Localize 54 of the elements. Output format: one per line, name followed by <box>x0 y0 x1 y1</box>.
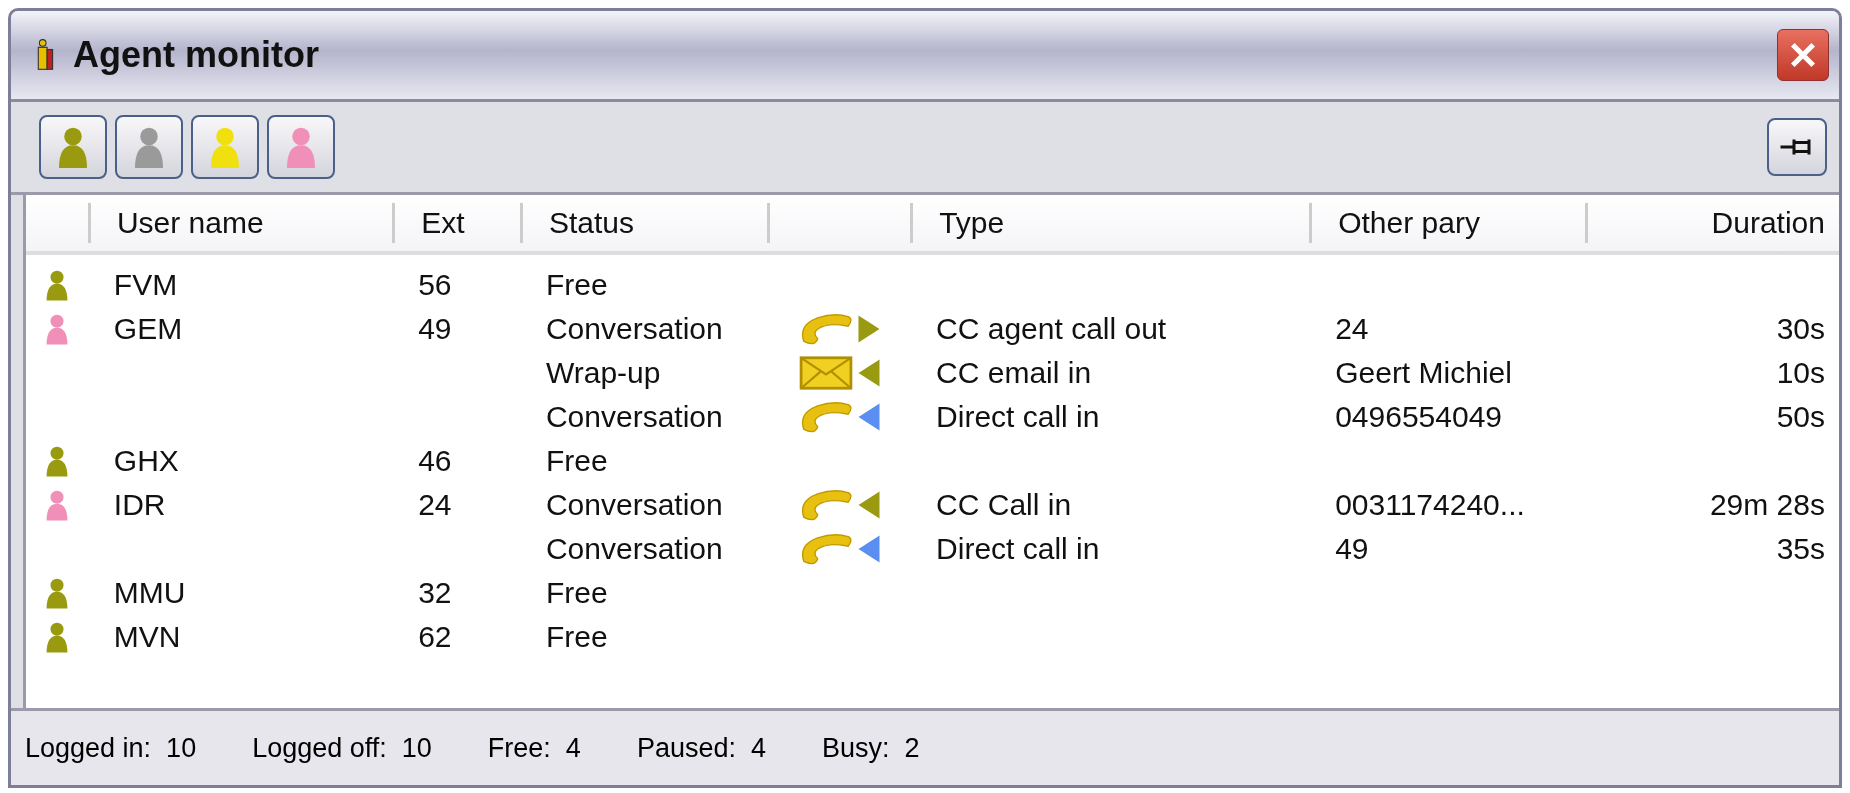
column-header[interactable]: Duration <box>1584 203 1839 243</box>
status-cell: Free <box>545 268 608 302</box>
type-cell: Direct call in <box>936 400 1100 434</box>
agent-filter-button[interactable] <box>39 115 107 179</box>
user-name-cell: GHX <box>113 444 179 478</box>
user-name-cell: IDR <box>113 488 166 522</box>
status-count: Paused: 4 <box>636 732 766 764</box>
user-name-cell: MMU <box>113 576 186 610</box>
duration-cell: 10s <box>1776 356 1825 390</box>
status-cell: Conversation <box>545 312 723 346</box>
type-cell: Direct call in <box>936 532 1100 566</box>
extension-cell: 49 <box>418 312 452 346</box>
status-cell: Free <box>545 620 608 654</box>
agent-filter-button[interactable] <box>115 115 183 179</box>
status-cell: Free <box>545 576 608 610</box>
extension-cell: 56 <box>418 268 452 302</box>
column-header[interactable]: Other pary <box>1309 203 1585 243</box>
close-button[interactable] <box>1777 29 1829 81</box>
other-party-cell: 0031174240... <box>1335 488 1525 522</box>
agent-filter-button[interactable] <box>267 115 335 179</box>
status-cell: Conversation <box>545 488 723 522</box>
column-header[interactable]: Ext <box>392 203 520 243</box>
status-cell: Wrap-up <box>545 356 661 390</box>
extension-cell: 62 <box>418 620 452 654</box>
duration-cell: 50s <box>1776 400 1825 434</box>
status-cell: Conversation <box>545 532 723 566</box>
column-header[interactable]: User name <box>87 203 393 243</box>
user-name-cell: MVN <box>113 620 181 654</box>
pin-button[interactable] <box>1767 118 1827 176</box>
extension-cell: 24 <box>418 488 452 522</box>
duration-cell: 29m 28s <box>1709 488 1825 522</box>
user-name-cell: FVM <box>113 268 178 302</box>
duration-cell: 30s <box>1776 312 1825 346</box>
type-cell: CC agent call out <box>936 312 1167 346</box>
status-cell: Conversation <box>545 400 723 434</box>
status-cell: Free <box>545 444 608 478</box>
other-party-cell: 24 <box>1335 312 1369 346</box>
column-header[interactable]: Status <box>519 203 768 243</box>
type-cell: CC email in <box>936 356 1092 390</box>
status-count: Busy: 2 <box>821 732 920 764</box>
other-party-cell: 49 <box>1335 532 1369 566</box>
window-title: Agent monitor <box>73 34 319 76</box>
user-name-cell: GEM <box>113 312 183 346</box>
type-cell: CC Call in <box>936 488 1072 522</box>
status-count: Free: 4 <box>487 732 581 764</box>
column-header[interactable]: Type <box>910 203 1310 243</box>
other-party-cell: 0496554049 <box>1335 400 1503 434</box>
status-count: Logged in: 10 <box>25 732 197 764</box>
other-party-cell: Geert Michiel <box>1335 356 1512 390</box>
extension-cell: 32 <box>418 576 452 610</box>
agent-filter-button[interactable] <box>191 115 259 179</box>
duration-cell: 35s <box>1776 532 1825 566</box>
status-count: Logged off: 10 <box>252 732 432 764</box>
extension-cell: 46 <box>418 444 452 478</box>
